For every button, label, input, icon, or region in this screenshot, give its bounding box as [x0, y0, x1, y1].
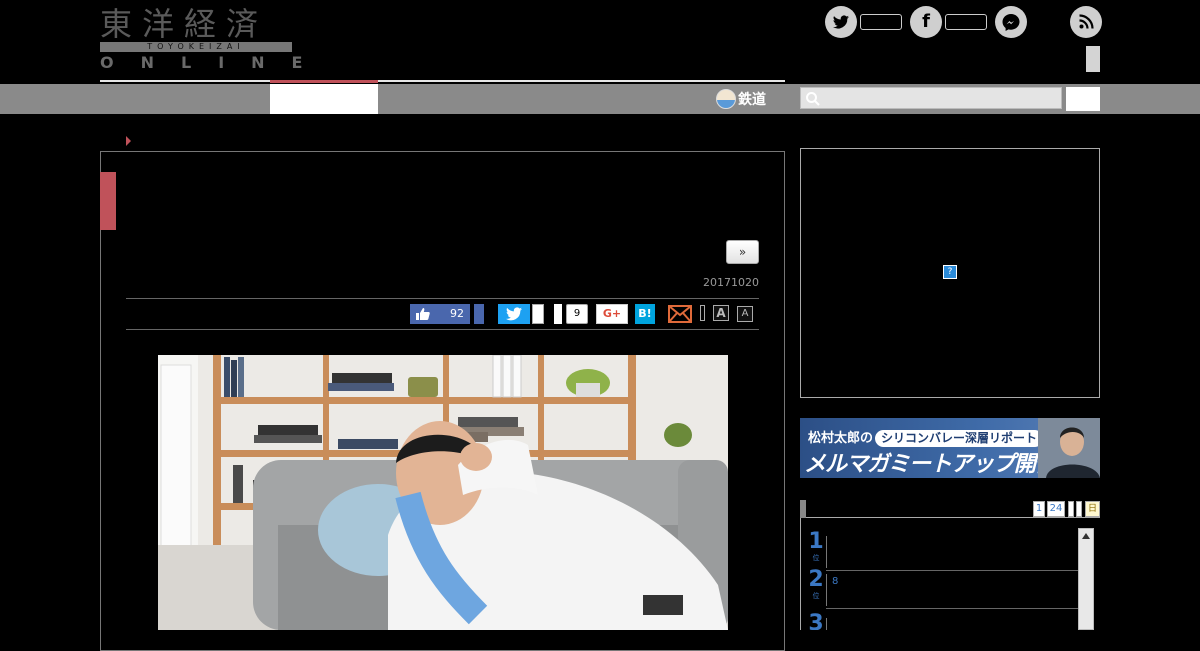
font-size-small-button[interactable]: A [737, 306, 753, 322]
search-button[interactable] [1066, 87, 1100, 111]
ad-info-icon[interactable]: ? [943, 265, 957, 279]
search-icon [806, 92, 820, 106]
banner-person-photo [1038, 418, 1100, 478]
banner-line2: メルマガミートアップ開催 [804, 452, 1057, 477]
mail-icon[interactable] [668, 305, 692, 323]
print-button[interactable] [700, 305, 705, 321]
scroll-up-arrow-icon[interactable] [1082, 533, 1090, 539]
article-title-accent [100, 172, 116, 230]
ranking-header-accent [800, 500, 806, 518]
nav-item-railway-label: 鉄道 [738, 92, 766, 108]
share-count-edge [554, 304, 562, 324]
tweet-count [532, 304, 544, 324]
google-plus-button[interactable]: G+ [596, 304, 628, 324]
thumbs-up-icon [416, 308, 430, 320]
railway-train-icon [716, 89, 736, 109]
share-bar-bottom-rule [126, 329, 759, 330]
site-logo[interactable]: 東洋経済 TOYOKEIZAI ONLINE [100, 5, 330, 72]
ranking-item[interactable]: 3位 [806, 608, 1078, 630]
facebook-f-icon: f [922, 11, 930, 32]
newsletter-meetup-banner[interactable]: 松村太郎の シリコンバレー深層リポート メルマガミートアップ開催 [800, 418, 1100, 478]
tweet-button[interactable] [498, 304, 530, 324]
facebook-like-button[interactable]: 92 [410, 304, 470, 324]
logo-kanji: 東洋経済 [100, 5, 269, 43]
banner-line1-pill: シリコンバレー深層リポート [875, 430, 1044, 447]
ranking-tab-1[interactable]: 1 [1033, 501, 1045, 517]
member-menu-button[interactable] [1086, 46, 1100, 72]
facebook-like-count [945, 14, 987, 30]
rank-number: 1位 [808, 529, 824, 563]
article-photo [158, 355, 728, 630]
header-divider [100, 80, 785, 82]
rss-feed-icon [1079, 14, 1094, 29]
rank-meta: 8 [832, 576, 839, 587]
hatena-bookmark-button[interactable]: B! [635, 304, 655, 324]
rss-icon[interactable] [1070, 6, 1102, 38]
facebook-follow-icon[interactable]: f [910, 6, 942, 38]
banner-line1: 松村太郎の シリコンバレー深層リポート [808, 427, 1044, 447]
rank-divider [826, 574, 827, 606]
messenger-bubble-icon [1002, 14, 1020, 31]
nav-tab-active[interactable] [270, 84, 378, 114]
ranking-tab-24[interactable]: 24 [1047, 501, 1065, 517]
ranking-item[interactable]: 2位 8 [806, 564, 1078, 609]
rank-divider [826, 618, 827, 630]
twitter-bird-icon [833, 15, 849, 29]
next-page-button[interactable]: » [726, 240, 759, 264]
ranking-tab-4[interactable] [1076, 501, 1082, 517]
twitter-follow-icon[interactable] [825, 6, 857, 38]
messenger-icon[interactable] [995, 6, 1027, 38]
twitter-bird-icon [506, 307, 522, 321]
ranking-scrollbar[interactable] [1078, 528, 1094, 630]
ranking-tab-3[interactable] [1068, 501, 1074, 517]
logo-romaji: TOYOKEIZAI [100, 42, 292, 52]
twitter-follower-count [860, 14, 902, 30]
rank-number: 2位 [808, 567, 824, 601]
font-size-large-button[interactable]: A [713, 305, 729, 321]
logo-online: ONLINE [100, 53, 330, 72]
breadcrumb-arrow-icon [126, 136, 131, 146]
banner-line1-prefix: 松村太郎の [808, 431, 874, 446]
article-date: 20171020 [703, 276, 759, 289]
ranking-tab-daily[interactable]: 日 [1085, 501, 1100, 517]
facebook-share-count: 9 [566, 304, 588, 324]
share-bar-top-rule [126, 298, 759, 299]
ranking-item[interactable]: 1位 [806, 526, 1078, 571]
facebook-share-button[interactable] [474, 304, 484, 324]
nav-item-railway[interactable]: 鉄道 [716, 87, 766, 111]
rank-number: 3位 [808, 611, 824, 631]
search-input[interactable] [800, 87, 1062, 109]
like-count: 92 [450, 307, 464, 320]
active-tab-accent [270, 80, 378, 83]
